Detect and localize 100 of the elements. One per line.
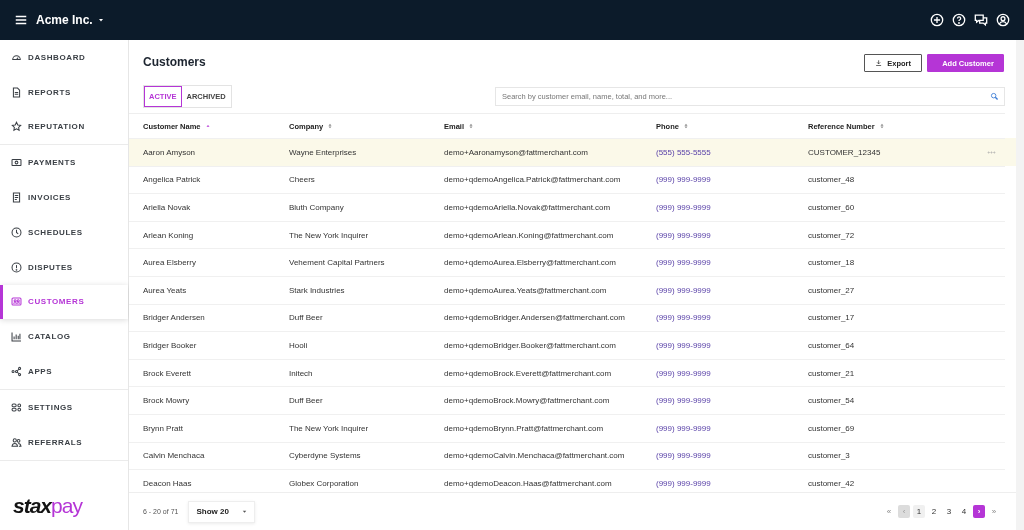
sidebar-item[interactable]: SETTINGS [0,389,128,425]
table-cell: Brock Everett [143,368,191,378]
phone-link[interactable]: (999) 999-9999 [656,423,711,433]
table-cell: Bridger Booker [143,340,197,350]
table-cell: Cheers [289,175,315,185]
table-cell: Wayne Enterprises [289,147,357,157]
table-cell: demo+qdemoBrock.Mowry@fattmerchant.com [444,396,610,406]
table-cell: customer_27 [808,285,855,295]
table-cell: Brynn Pratt [143,423,183,433]
table-cell: demo+qdemoAngelica.Patrick@fattmerchant.com [444,175,621,185]
logo: staxpay [12,494,82,519]
sidebar-item[interactable]: REPORTS [0,74,128,110]
help-button[interactable] [952,13,966,27]
table-cell: customer_64 [808,340,855,350]
table-cell: Calvin Menchaca [143,451,205,461]
next-page-button[interactable]: › [973,505,985,518]
sidebar-item[interactable]: DASHBOARD [0,40,128,75]
phone-link[interactable]: (999) 999-9999 [656,175,711,185]
phone-link[interactable]: (999) 999-9999 [656,368,711,378]
invoice-icon [11,192,22,204]
table-cell: customer_42 [808,478,855,488]
phone-link[interactable]: (999) 999-9999 [656,313,711,323]
alert-circle-icon [11,261,22,273]
sidebar-item[interactable]: APPS [0,354,128,389]
table-cell: customer_18 [808,258,855,268]
table-cell: Aaron Amyson [143,147,196,157]
table-cell: demo+qdemoBridger.Booker@fattmerchant.com [444,340,616,350]
document-icon [11,86,22,98]
table-cell: Hooli [289,340,308,350]
menu-button[interactable] [14,13,28,27]
phone-link[interactable]: (555) 555-5555 [656,147,711,157]
phone-link[interactable]: (999) 999-9999 [656,396,711,406]
table-cell: customer_54 [808,396,855,406]
table-cell: Vehement Capital Partners [289,258,385,268]
table-cell: Duff Beer [289,313,323,323]
plus-circle-icon [930,13,944,27]
chat-bubbles-icon [974,13,988,27]
clock-icon [11,226,22,238]
table-cell: Globex Corporation [289,478,359,488]
table-cell: demo+qdemoAriella.Novak@fattmerchant.com [444,203,611,212]
sidebar-item[interactable]: CATALOG [0,319,128,355]
users-icon [11,436,22,448]
table-cell: demo+qdemoAurea.Elsberry@fattmerchant.com [444,258,616,268]
table-cell: customer_3 [808,451,850,461]
phone-link[interactable]: (999) 999-9999 [656,203,711,212]
table-cell: customer_60 [808,203,855,212]
phone-link[interactable]: (999) 999-9999 [656,478,711,488]
bar-chart-icon [11,331,22,343]
last-page-button[interactable]: » [988,505,1000,518]
table-cell: demo+qdemoBridger.Andersen@fattmerchant.com [444,313,625,323]
nodes-icon [11,366,22,378]
table-cell: demo+qdemoAurea.Yeats@fattmerchant.com [444,285,607,295]
page-button[interactable]: 2 [928,505,940,518]
account-button[interactable] [996,13,1010,27]
table-cell: demo+qdemoArlean.Koning@fattmerchant.com [444,230,614,240]
add-button[interactable] [930,13,944,27]
sliders-icon [11,401,22,413]
table-cell: Brock Mowry [143,396,190,406]
people-icon [11,296,22,308]
table-cell: Aurea Elsberry [143,258,196,268]
table-cell: customer_17 [808,313,855,323]
sidebar-item[interactable]: REPUTATION [0,109,128,145]
phone-link[interactable]: (999) 999-9999 [656,451,711,461]
table-cell: customer_72 [808,230,855,240]
page-button[interactable]: 4 [958,505,970,518]
page-button[interactable]: 1 [913,505,925,518]
table-cell: Ariella Novak [143,203,191,212]
user-circle-icon [996,13,1010,27]
table-cell: Bluth Company [289,203,344,212]
phone-link[interactable]: (999) 999-9999 [656,230,711,240]
first-page-button[interactable]: « [883,505,895,518]
table-cell: Stark Industries [289,285,345,295]
table-cell: demo+qdemoCalvin.Menchaca@fattmerchant.com [444,451,625,461]
table-cell: demo+qdemoBrock.Everett@fattmerchant.com [444,368,612,378]
table-cell: The New York Inquirer [289,423,369,433]
phone-link[interactable]: (999) 999-9999 [656,285,711,295]
sidebar-item[interactable]: DISPUTES [0,249,128,285]
search-icon [990,92,999,101]
chat-button[interactable] [974,13,988,27]
table-cell: demo+qdemoDeacon.Haas@fattmerchant.com [444,478,612,488]
page-button[interactable]: 3 [943,505,955,518]
phone-link[interactable]: (999) 999-9999 [656,340,711,350]
phone-link[interactable]: (999) 999-9999 [656,258,711,268]
sidebar-item[interactable]: INVOICES [0,180,128,215]
page-size-dropdown[interactable]: Show 20 [188,500,255,523]
sidebar-item[interactable]: PAYMENTS [0,145,128,181]
sidebar-item[interactable]: SCHEDULES [0,215,128,250]
sidebar-item[interactable]: CUSTOMERS [0,284,128,320]
table-cell: customer_21 [808,368,855,378]
table-cell: Bridger Andersen [143,313,205,323]
sidebar-item[interactable]: REFERRALS [0,424,128,460]
company-switcher[interactable]: Acme Inc. [36,13,105,27]
cash-icon [11,157,22,169]
table-cell: Deacon Haas [143,478,192,488]
download-icon [875,59,883,67]
star-icon [11,121,22,133]
table-cell: Arlean Koning [143,230,194,240]
help-icon [952,13,966,27]
table-cell: Duff Beer [289,396,323,406]
table-cell: customer_48 [808,175,855,185]
